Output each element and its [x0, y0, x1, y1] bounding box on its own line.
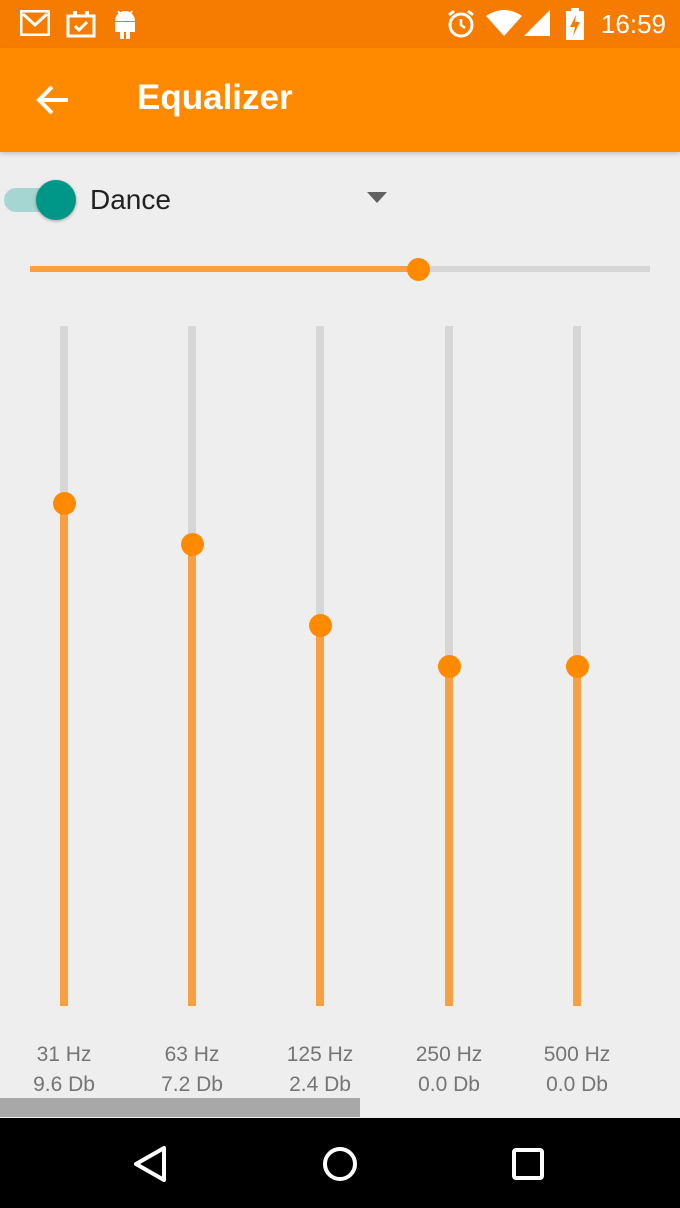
- horizontal-scrollbar[interactable]: [0, 1098, 360, 1117]
- band-frequency: 500 Hz: [543, 1043, 611, 1066]
- battery-charging-icon: [566, 8, 584, 40]
- band-gain: 0.0 Db: [546, 1073, 608, 1096]
- band-fill: [445, 666, 453, 1006]
- band-frequency: 250 Hz: [415, 1043, 483, 1066]
- navigation-bar: [0, 1118, 680, 1208]
- band-slider-500hz[interactable]: [557, 326, 597, 1006]
- dropdown-arrow-icon: [367, 192, 387, 203]
- arrow-left-icon[interactable]: [30, 80, 74, 120]
- app-bar: Equalizer: [0, 48, 680, 152]
- back-triangle-icon[interactable]: [128, 1140, 176, 1188]
- band-knob[interactable]: [309, 614, 332, 638]
- android-icon: [115, 10, 135, 39]
- band-fill: [573, 666, 581, 1006]
- recents-square-icon[interactable]: [504, 1140, 552, 1188]
- calendar-check-icon: [66, 11, 96, 38]
- page-title: Equalizer: [137, 78, 293, 117]
- band-label: 125 Hz 2.4 Db: [260, 1040, 380, 1100]
- band-knob[interactable]: [566, 655, 589, 678]
- wifi-icon: [486, 10, 522, 36]
- band-frequency: 31 Hz: [36, 1043, 92, 1066]
- band-frequency: 63 Hz: [164, 1043, 220, 1066]
- band-label: 31 Hz 9.6 Db: [4, 1040, 124, 1100]
- band-frequency: 125 Hz: [286, 1043, 354, 1066]
- band-label: 500 Hz 0.0 Db: [517, 1040, 637, 1100]
- toggle-thumb: [36, 180, 76, 220]
- band-label: 250 Hz 0.0 Db: [389, 1040, 509, 1100]
- band-fill: [60, 502, 68, 1006]
- band-gain: 9.6 Db: [33, 1073, 95, 1096]
- clock: 16:59: [600, 9, 666, 39]
- band-knob[interactable]: [438, 655, 461, 678]
- band-gain: 0.0 Db: [418, 1073, 480, 1096]
- band-gain: 7.2 Db: [161, 1073, 223, 1096]
- band-slider-125hz[interactable]: [300, 326, 340, 1006]
- preset-dropdown[interactable]: Dance: [88, 176, 398, 222]
- home-circle-icon[interactable]: [316, 1140, 364, 1188]
- slider-knob[interactable]: [406, 258, 430, 281]
- band-slider-31hz[interactable]: [44, 326, 84, 1006]
- band-slider-63hz[interactable]: [172, 326, 212, 1006]
- master-slider[interactable]: [30, 252, 650, 288]
- alarm-icon: [448, 9, 474, 38]
- band-knob[interactable]: [181, 532, 204, 556]
- status-bar: 16:59: [0, 0, 680, 48]
- signal-icon: [524, 10, 550, 36]
- band-fill: [316, 625, 324, 1006]
- band-gain: 2.4 Db: [289, 1073, 351, 1096]
- gmail-icon: [20, 10, 50, 36]
- band-knob[interactable]: [53, 491, 76, 515]
- preset-label: Dance: [90, 184, 171, 215]
- band-label: 63 Hz 7.2 Db: [132, 1040, 252, 1100]
- band-slider-250hz[interactable]: [429, 326, 469, 1006]
- band-fill: [188, 543, 196, 1006]
- slider-fill: [30, 266, 418, 272]
- equalizer-toggle[interactable]: [4, 180, 76, 220]
